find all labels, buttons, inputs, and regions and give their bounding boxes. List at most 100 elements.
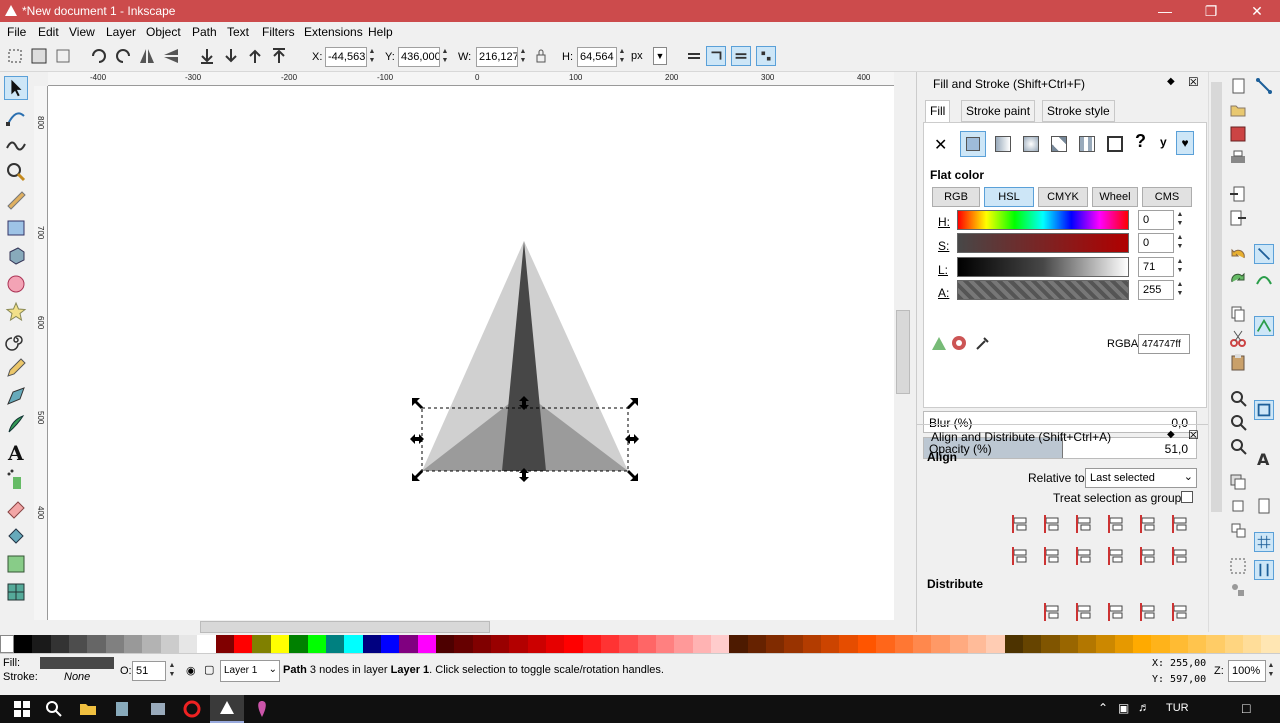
- volume-icon[interactable]: ♬: [1138, 700, 1150, 714]
- tab-stroke-paint[interactable]: Stroke paint: [961, 100, 1036, 122]
- palette-swatch[interactable]: [839, 635, 858, 653]
- cut-icon[interactable]: [1228, 328, 1248, 348]
- lock-icon[interactable]: ▢: [204, 663, 214, 676]
- selector-tool-icon[interactable]: [4, 76, 28, 100]
- flip-vertical-icon[interactable]: [161, 46, 181, 66]
- unset-paint-icon[interactable]: ?: [1135, 131, 1146, 152]
- hue-slider[interactable]: [957, 210, 1129, 230]
- hue-spinner[interactable]: ▲ ▼: [1175, 210, 1185, 230]
- opacity-status-spinner[interactable]: ▲ ▼: [167, 661, 177, 681]
- menu-extensions[interactable]: Extensions: [304, 25, 363, 39]
- panel-scrollbar[interactable]: [1208, 72, 1224, 632]
- taskbar-app-icon[interactable]: [252, 699, 272, 719]
- palette-swatch[interactable]: [362, 635, 381, 653]
- palette-swatch[interactable]: [1261, 635, 1280, 653]
- palette-swatch[interactable]: [435, 635, 455, 653]
- spray-tool-icon[interactable]: [4, 468, 28, 492]
- select-all-icon[interactable]: [5, 46, 25, 66]
- palette-swatch[interactable]: [1096, 635, 1115, 653]
- y-input[interactable]: 436,000: [398, 47, 440, 67]
- menu-file[interactable]: File: [7, 25, 26, 39]
- panel-iconify-icon[interactable]: ◆: [1167, 429, 1175, 440]
- palette-swatch[interactable]: [307, 635, 326, 653]
- align-right-edges-icon[interactable]: [1137, 512, 1161, 536]
- alpha-input[interactable]: 255: [1138, 280, 1174, 300]
- palette-swatch[interactable]: [729, 635, 748, 653]
- palette-swatch[interactable]: [784, 635, 803, 653]
- palette-swatch[interactable]: [472, 635, 491, 653]
- mode-hsl-button[interactable]: HSL: [984, 187, 1034, 207]
- undo-icon[interactable]: [1228, 244, 1248, 264]
- palette-swatch[interactable]: [69, 635, 88, 653]
- menu-text[interactable]: Text: [227, 25, 249, 39]
- palette-swatch[interactable]: [967, 635, 987, 653]
- snap-page-icon[interactable]: [1254, 496, 1274, 516]
- search-icon[interactable]: [44, 699, 64, 719]
- lightness-slider[interactable]: [957, 257, 1129, 277]
- snap-enable-icon[interactable]: [1254, 76, 1274, 96]
- palette-swatch[interactable]: [674, 635, 693, 653]
- no-paint-icon[interactable]: ✕: [934, 135, 947, 155]
- snap-paths-icon[interactable]: [1254, 268, 1274, 288]
- save-icon[interactable]: [1228, 124, 1248, 144]
- canvas-horizontal-scrollbar[interactable]: [48, 620, 894, 634]
- menu-edit[interactable]: Edit: [38, 25, 59, 39]
- align-bottom-anchor-icon[interactable]: [1105, 544, 1129, 568]
- taskbar-app-icon[interactable]: [112, 699, 132, 719]
- zoom-input[interactable]: 100%: [1228, 660, 1266, 682]
- palette-swatch[interactable]: [380, 635, 400, 653]
- menu-view[interactable]: View: [69, 25, 95, 39]
- duplicate-icon[interactable]: [1228, 472, 1248, 492]
- snap-cusp-icon[interactable]: [1254, 316, 1274, 336]
- color-picker-icon[interactable]: [974, 334, 992, 352]
- palette-swatch[interactable]: [32, 635, 51, 653]
- maximize-button[interactable]: ❐: [1188, 0, 1234, 22]
- distribute-right-icon[interactable]: [1105, 600, 1129, 624]
- palette-swatch[interactable]: [747, 635, 767, 653]
- palette-swatch[interactable]: [1243, 635, 1262, 653]
- canvas-vertical-scrollbar[interactable]: [894, 72, 912, 632]
- palette-swatch[interactable]: [527, 635, 546, 653]
- copy-icon[interactable]: [1228, 304, 1248, 324]
- palette-swatch[interactable]: [270, 635, 290, 653]
- rgba-input[interactable]: 474747ff: [1138, 334, 1190, 354]
- align-top-anchor-icon[interactable]: [1041, 544, 1065, 568]
- panel-close-icon[interactable]: ☒: [1188, 428, 1199, 442]
- palette-swatch[interactable]: [87, 635, 106, 653]
- minimize-button[interactable]: —: [1142, 0, 1188, 22]
- stroke-value[interactable]: None: [64, 671, 90, 683]
- rotate-ccw-icon[interactable]: [89, 46, 109, 66]
- scale-stroke-icon[interactable]: [684, 46, 704, 66]
- layer-select[interactable]: Layer 1 ⌄: [220, 660, 280, 682]
- taskbar-app-icon[interactable]: [148, 699, 168, 719]
- palette-swatch[interactable]: [197, 635, 216, 653]
- palette-swatch[interactable]: [234, 635, 253, 653]
- star-tool-icon[interactable]: [4, 300, 28, 324]
- mode-cmyk-button[interactable]: CMYK: [1038, 187, 1088, 207]
- deselect-icon[interactable]: [53, 46, 73, 66]
- zoom-spinner[interactable]: ▲ ▼: [1266, 661, 1276, 681]
- palette-swatch[interactable]: [912, 635, 932, 653]
- raise-icon[interactable]: [245, 46, 265, 66]
- tweak-tool-icon[interactable]: [4, 132, 28, 156]
- ellipse-tool-icon[interactable]: [4, 272, 28, 296]
- clone-icon[interactable]: [1228, 496, 1248, 516]
- flip-horizontal-icon[interactable]: [137, 46, 157, 66]
- palette-swatch[interactable]: [14, 635, 33, 653]
- unlink-clone-icon[interactable]: [1228, 520, 1248, 540]
- import-icon[interactable]: [1228, 184, 1248, 204]
- palette-swatch[interactable]: [876, 635, 895, 653]
- paste-icon[interactable]: [1228, 352, 1248, 372]
- move-patterns-icon[interactable]: [756, 46, 776, 66]
- menu-path[interactable]: Path: [192, 25, 217, 39]
- palette-swatch[interactable]: [637, 635, 657, 653]
- alpha-slider[interactable]: [957, 280, 1129, 300]
- rotate-cw-icon[interactable]: [113, 46, 133, 66]
- linear-gradient-icon[interactable]: [995, 136, 1011, 152]
- pen-tool-icon[interactable]: [4, 384, 28, 408]
- palette-swatch[interactable]: [1206, 635, 1225, 653]
- palette-swatch[interactable]: [619, 635, 638, 653]
- relative-to-select[interactable]: Last selected ⌄: [1085, 468, 1197, 488]
- palette-swatch[interactable]: [545, 635, 565, 653]
- distribute-gaps-icon[interactable]: [1137, 600, 1161, 624]
